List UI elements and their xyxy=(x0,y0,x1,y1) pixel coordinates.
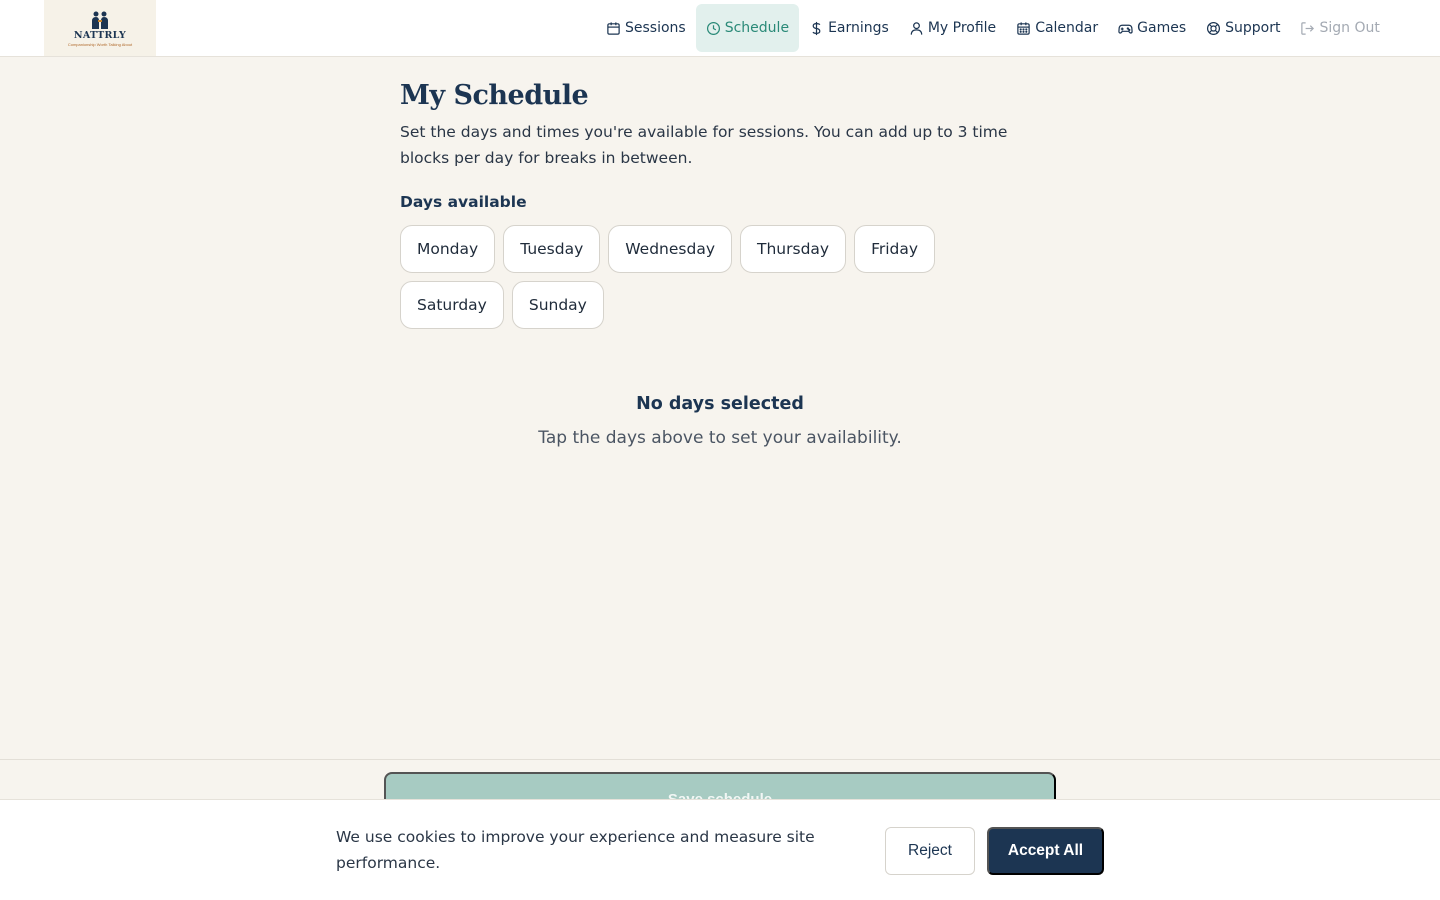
day-saturday-button[interactable]: Saturday xyxy=(400,281,504,329)
sign-out-icon xyxy=(1301,21,1315,35)
nav-calendar-label: Calendar xyxy=(1035,20,1099,36)
nav-sign-out-label: Sign Out xyxy=(1319,20,1380,36)
top-navigation-bar: NATTRLY Companionship Worth Talking Abou… xyxy=(0,0,1440,57)
logo-figures-icon xyxy=(92,11,108,29)
clock-icon xyxy=(706,21,720,35)
nav-support-label: Support xyxy=(1225,20,1281,36)
user-icon xyxy=(910,21,923,35)
brand-name: NATTRLY xyxy=(73,30,127,41)
nav-my-profile-label: My Profile xyxy=(927,20,997,36)
schedule-main: My Schedule Set the days and times you'r… xyxy=(400,80,1040,337)
nav-earnings[interactable]: Earnings xyxy=(799,4,899,52)
cookie-message: We use cookies to improve your experienc… xyxy=(336,828,815,872)
nav-support[interactable]: Support xyxy=(1196,4,1290,52)
nav-my-profile[interactable]: My Profile xyxy=(899,4,1006,52)
day-monday-button[interactable]: Monday xyxy=(400,225,496,273)
day-friday-button[interactable]: Friday xyxy=(854,225,936,273)
calendar-icon xyxy=(607,21,620,35)
cookie-banner: We use cookies to improve your experienc… xyxy=(0,799,1440,900)
page-description: Set the days and times you're available … xyxy=(400,123,1008,167)
day-thursday-button[interactable]: Thursday xyxy=(740,225,847,273)
empty-state: No days selected Tap the days above to s… xyxy=(0,394,1440,448)
nav-earnings-label: Earnings xyxy=(828,20,889,36)
brand-tagline: Companionship Worth Talking About xyxy=(67,42,133,47)
lifebuoy-icon xyxy=(1207,21,1221,35)
nav-calendar[interactable]: Calendar xyxy=(1006,4,1108,52)
nav-schedule[interactable]: Schedule xyxy=(695,4,800,52)
cookie-reject-button[interactable]: Reject xyxy=(885,827,975,875)
days-available-label: Days available xyxy=(400,193,527,211)
day-selector: Monday Tuesday Wednesday Thursday Friday… xyxy=(400,225,960,337)
day-sunday-button[interactable]: Sunday xyxy=(511,281,604,329)
nav-sessions-label: Sessions xyxy=(625,20,686,36)
brand-logo[interactable]: NATTRLY Companionship Worth Talking Abou… xyxy=(44,0,156,56)
cookie-accept-all-button[interactable]: Accept All xyxy=(987,827,1104,875)
nav-games[interactable]: Games xyxy=(1108,4,1196,52)
day-wednesday-button[interactable]: Wednesday xyxy=(608,225,733,273)
nav-games-label: Games xyxy=(1137,20,1187,36)
main-nav: Sessions Schedule Earnings My Profile Ca… xyxy=(596,4,1390,52)
day-tuesday-button[interactable]: Tuesday xyxy=(503,225,601,273)
calendar-grid-icon xyxy=(1017,21,1030,35)
nav-sessions[interactable]: Sessions xyxy=(596,4,696,52)
empty-state-subtitle: Tap the days above to set your availabil… xyxy=(538,428,902,448)
nav-sign-out[interactable]: Sign Out xyxy=(1290,4,1389,52)
gamepad-icon xyxy=(1118,24,1133,34)
empty-state-title: No days selected xyxy=(636,394,804,414)
dollar-icon xyxy=(812,21,821,35)
nav-schedule-label: Schedule xyxy=(724,20,790,36)
page-title: My Schedule xyxy=(400,80,589,111)
